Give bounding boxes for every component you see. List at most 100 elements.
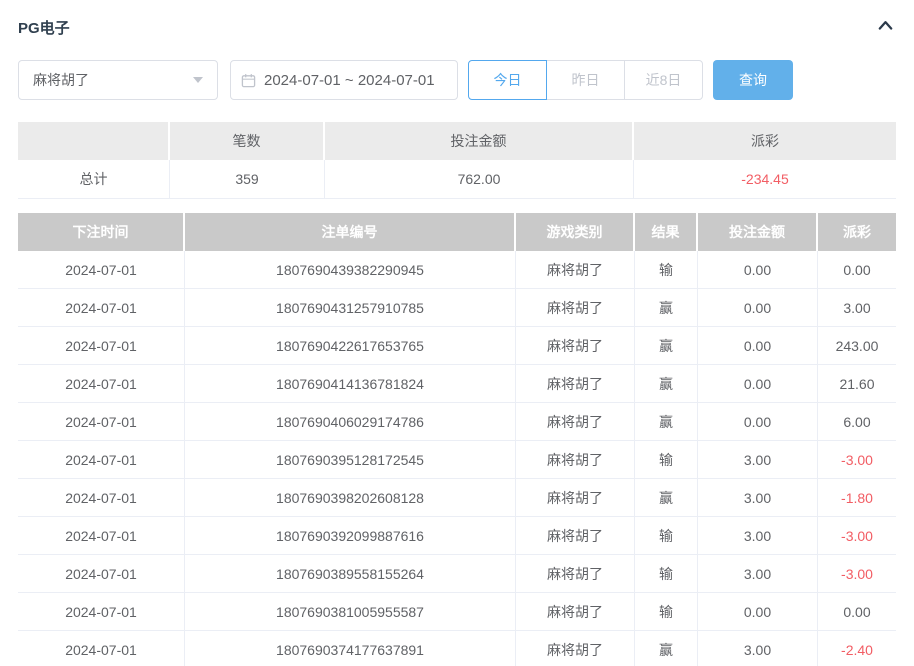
cell-game-type: 麻将胡了 bbox=[516, 517, 635, 555]
cell-result: 输 bbox=[635, 251, 698, 289]
table-row: 2024-07-011807690374177637891麻将胡了赢3.00-2… bbox=[18, 631, 896, 666]
records-header-bet-time: 下注时间 bbox=[18, 213, 185, 251]
cell-result: 赢 bbox=[635, 289, 698, 327]
cell-payout: -1.80 bbox=[818, 479, 896, 517]
records-header-row: 下注时间 注单编号 游戏类别 结果 投注金额 派彩 bbox=[18, 213, 896, 251]
date-range-value: 2024-07-01 ~ 2024-07-01 bbox=[264, 72, 435, 89]
cell-game-type: 麻将胡了 bbox=[516, 441, 635, 479]
cell-bet-id: 1807690398202608128 bbox=[185, 479, 516, 517]
cell-payout: 0.00 bbox=[818, 593, 896, 631]
cell-bet-id: 1807690414136781824 bbox=[185, 365, 516, 403]
cell-bet-amount: 0.00 bbox=[698, 403, 818, 441]
cell-bet-time: 2024-07-01 bbox=[18, 289, 185, 327]
cell-bet-time: 2024-07-01 bbox=[18, 631, 185, 666]
cell-bet-amount: 0.00 bbox=[698, 593, 818, 631]
date-range-picker[interactable]: 2024-07-01 ~ 2024-07-01 bbox=[230, 60, 458, 100]
cell-bet-id: 1807690381005955587 bbox=[185, 593, 516, 631]
cell-result: 输 bbox=[635, 555, 698, 593]
cell-payout: -2.40 bbox=[818, 631, 896, 666]
collapse-button[interactable] bbox=[875, 16, 896, 39]
records-table: 下注时间 注单编号 游戏类别 结果 投注金额 派彩 2024-07-011807… bbox=[18, 213, 896, 666]
records-header-bet-amount: 投注金额 bbox=[698, 213, 818, 251]
table-row: 2024-07-011807690431257910785麻将胡了赢0.003.… bbox=[18, 289, 896, 327]
table-row: 2024-07-011807690439382290945麻将胡了输0.000.… bbox=[18, 251, 896, 289]
table-row: 2024-07-011807690389558155264麻将胡了输3.00-3… bbox=[18, 555, 896, 593]
cell-bet-time: 2024-07-01 bbox=[18, 479, 185, 517]
game-select[interactable]: 麻将胡了 bbox=[18, 60, 218, 100]
cell-payout: 21.60 bbox=[818, 365, 896, 403]
cell-bet-id: 1807690422617653765 bbox=[185, 327, 516, 365]
cell-bet-amount: 0.00 bbox=[698, 327, 818, 365]
cell-bet-time: 2024-07-01 bbox=[18, 441, 185, 479]
summary-header-bet-amount: 投注金额 bbox=[325, 122, 634, 160]
cell-result: 输 bbox=[635, 593, 698, 631]
cell-bet-time: 2024-07-01 bbox=[18, 555, 185, 593]
cell-bet-id: 1807690374177637891 bbox=[185, 631, 516, 666]
cell-bet-time: 2024-07-01 bbox=[18, 327, 185, 365]
panel-header: PG电子 bbox=[18, 14, 896, 40]
summary-total-row: 总计 359 762.00 -234.45 bbox=[18, 160, 896, 199]
summary-header-row: 笔数 投注金额 派彩 bbox=[18, 122, 896, 160]
quick-range-today-button[interactable]: 今日 bbox=[468, 60, 547, 100]
cell-payout: 3.00 bbox=[818, 289, 896, 327]
quick-range-last8days-button[interactable]: 近8日 bbox=[624, 60, 703, 100]
cell-game-type: 麻将胡了 bbox=[516, 403, 635, 441]
table-row: 2024-07-011807690406029174786麻将胡了赢0.006.… bbox=[18, 403, 896, 441]
chevron-up-icon bbox=[877, 18, 894, 37]
cell-bet-time: 2024-07-01 bbox=[18, 251, 185, 289]
cell-result: 输 bbox=[635, 441, 698, 479]
cell-bet-time: 2024-07-01 bbox=[18, 593, 185, 631]
cell-result: 赢 bbox=[635, 403, 698, 441]
cell-payout: 0.00 bbox=[818, 251, 896, 289]
cell-bet-time: 2024-07-01 bbox=[18, 517, 185, 555]
records-header-payout: 派彩 bbox=[818, 213, 896, 251]
table-row: 2024-07-011807690395128172545麻将胡了输3.00-3… bbox=[18, 441, 896, 479]
summary-header-count: 笔数 bbox=[170, 122, 325, 160]
cell-bet-amount: 3.00 bbox=[698, 479, 818, 517]
cell-game-type: 麻将胡了 bbox=[516, 327, 635, 365]
cell-result: 赢 bbox=[635, 479, 698, 517]
records-header-result: 结果 bbox=[635, 213, 698, 251]
records-header-game-type: 游戏类别 bbox=[516, 213, 635, 251]
table-row: 2024-07-011807690381005955587麻将胡了输0.000.… bbox=[18, 593, 896, 631]
cell-bet-amount: 3.00 bbox=[698, 441, 818, 479]
cell-game-type: 麻将胡了 bbox=[516, 479, 635, 517]
cell-bet-id: 1807690389558155264 bbox=[185, 555, 516, 593]
records-tbody: 2024-07-011807690439382290945麻将胡了输0.000.… bbox=[18, 251, 896, 666]
summary-total-label: 总计 bbox=[18, 160, 170, 199]
summary-table: 笔数 投注金额 派彩 总计 359 762.00 -234.45 bbox=[18, 122, 896, 199]
cell-bet-amount: 0.00 bbox=[698, 365, 818, 403]
game-select-value: 麻将胡了 bbox=[33, 70, 89, 90]
summary-total-bet-amount: 762.00 bbox=[325, 160, 634, 199]
page-title: PG电子 bbox=[18, 17, 70, 38]
filter-bar: 麻将胡了 2024-07-01 ~ 2024-07-01 今日 昨日 近8日 查… bbox=[18, 60, 896, 100]
cell-game-type: 麻将胡了 bbox=[516, 631, 635, 666]
cell-payout: 243.00 bbox=[818, 327, 896, 365]
cell-bet-id: 1807690392099887616 bbox=[185, 517, 516, 555]
cell-game-type: 麻将胡了 bbox=[516, 289, 635, 327]
quick-range-yesterday-button[interactable]: 昨日 bbox=[546, 60, 625, 100]
quick-range-group: 今日 昨日 近8日 bbox=[468, 60, 703, 100]
cell-bet-amount: 0.00 bbox=[698, 289, 818, 327]
table-row: 2024-07-011807690392099887616麻将胡了输3.00-3… bbox=[18, 517, 896, 555]
cell-bet-time: 2024-07-01 bbox=[18, 403, 185, 441]
cell-bet-amount: 0.00 bbox=[698, 251, 818, 289]
cell-game-type: 麻将胡了 bbox=[516, 251, 635, 289]
cell-payout: -3.00 bbox=[818, 441, 896, 479]
cell-payout: 6.00 bbox=[818, 403, 896, 441]
records-header-bet-id: 注单编号 bbox=[185, 213, 516, 251]
cell-result: 赢 bbox=[635, 327, 698, 365]
cell-bet-id: 1807690395128172545 bbox=[185, 441, 516, 479]
summary-header-payout: 派彩 bbox=[634, 122, 896, 160]
cell-bet-amount: 3.00 bbox=[698, 517, 818, 555]
cell-game-type: 麻将胡了 bbox=[516, 555, 635, 593]
cell-bet-time: 2024-07-01 bbox=[18, 365, 185, 403]
cell-payout: -3.00 bbox=[818, 555, 896, 593]
table-row: 2024-07-011807690422617653765麻将胡了赢0.0024… bbox=[18, 327, 896, 365]
query-button[interactable]: 查询 bbox=[713, 60, 793, 100]
summary-total-count: 359 bbox=[170, 160, 325, 199]
cell-bet-amount: 3.00 bbox=[698, 555, 818, 593]
cell-result: 赢 bbox=[635, 631, 698, 666]
pg-report-panel: PG电子 麻将胡了 2024-07-01 ~ 2024-07-01 今日 昨日 … bbox=[0, 0, 914, 666]
calendar-icon bbox=[241, 73, 256, 88]
